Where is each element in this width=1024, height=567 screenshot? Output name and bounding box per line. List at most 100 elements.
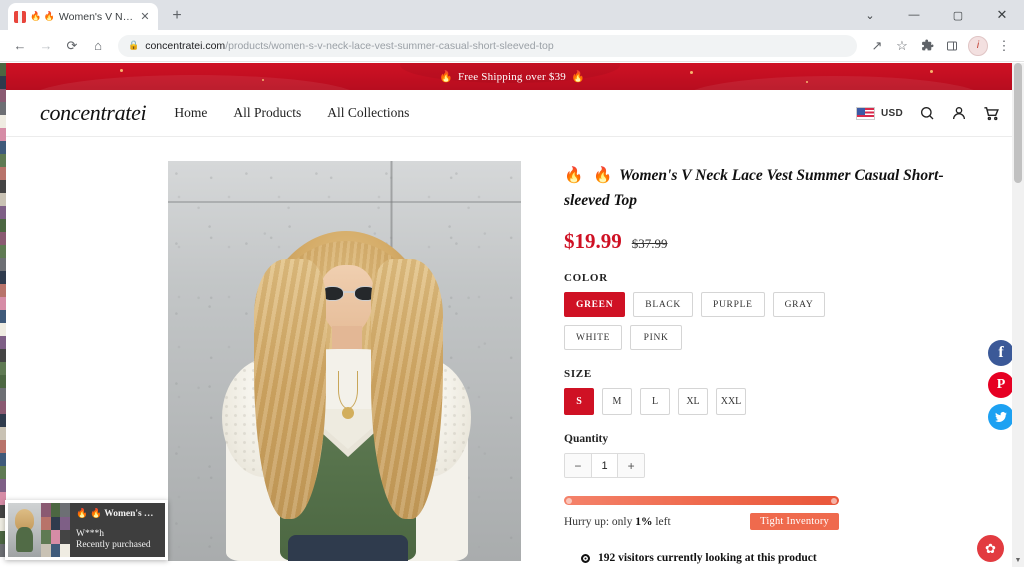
color-option-white[interactable]: WHITE bbox=[564, 325, 623, 351]
scrollbar-thumb[interactable] bbox=[1014, 63, 1022, 183]
price-block: $19.99 $37.99 bbox=[564, 229, 964, 254]
main-nav: Home All Products All Collections bbox=[174, 105, 409, 121]
browser-toolbar: ← → ⟳ ⌂ 🔒 concentratei.com/products/wome… bbox=[0, 30, 1024, 62]
popup-thumbnail bbox=[8, 503, 70, 557]
search-icon[interactable] bbox=[919, 105, 935, 121]
color-option-pink[interactable]: PINK bbox=[630, 325, 683, 351]
extensions-puzzle-icon[interactable] bbox=[915, 34, 939, 58]
popup-main-photo bbox=[8, 503, 41, 557]
menu-icon[interactable]: ⋮ bbox=[992, 34, 1016, 58]
size-label: SIZE bbox=[564, 368, 592, 381]
size-option-s[interactable]: S bbox=[564, 388, 594, 416]
size-option-m[interactable]: M bbox=[602, 388, 632, 416]
profile-avatar[interactable]: i bbox=[968, 35, 988, 56]
window-close-icon[interactable]: ✕ bbox=[980, 0, 1024, 30]
tab-fire-icon: 🔥 🔥 bbox=[30, 11, 55, 21]
new-tab-button[interactable]: + bbox=[164, 3, 190, 29]
quantity-value[interactable]: 1 bbox=[590, 454, 619, 478]
color-label: COLOR bbox=[564, 272, 608, 285]
left-thumbnail-strip[interactable] bbox=[0, 63, 6, 567]
maximize-icon[interactable]: ▢ bbox=[936, 0, 980, 30]
price-current: $19.99 bbox=[564, 229, 622, 254]
back-icon[interactable]: ← bbox=[8, 34, 32, 58]
model-figure bbox=[168, 231, 521, 561]
sunglasses-icon bbox=[320, 286, 377, 301]
color-options: GREEN BLACK PURPLE GRAY WHITE PINK bbox=[564, 292, 854, 351]
site-logo[interactable]: concentratei bbox=[40, 100, 147, 126]
pinterest-share-icon[interactable]: P bbox=[988, 372, 1014, 398]
sparkle-decoration bbox=[930, 70, 933, 73]
close-icon[interactable]: ✕ bbox=[138, 10, 152, 24]
share-icon[interactable]: ↗ bbox=[865, 34, 889, 58]
side-panel-icon[interactable] bbox=[940, 34, 964, 58]
promo-gift-icon[interactable]: ✿ bbox=[977, 535, 1004, 562]
sparkle-decoration bbox=[690, 71, 693, 74]
fire-icon-left: 🔥 bbox=[439, 71, 453, 83]
status-badge: Tight Inventory bbox=[750, 513, 839, 531]
collapse-icon[interactable]: ⌄ bbox=[848, 0, 892, 30]
size-options: S M L XL XXL bbox=[564, 388, 964, 416]
forward-icon[interactable]: → bbox=[34, 34, 58, 58]
inventory-block: Hurry up: only 1% left Tight Inventory bbox=[564, 496, 839, 531]
quantity-stepper[interactable]: − 1 + bbox=[564, 453, 645, 479]
currency-selector[interactable]: USD bbox=[855, 106, 903, 120]
announcement-text: 🔥 Free Shipping over $39 🔥 bbox=[439, 70, 585, 84]
wave-decoration bbox=[30, 75, 360, 90]
browser-tab[interactable]: 🔥 🔥 Women's V Neck Lace Ve: ✕ bbox=[8, 3, 158, 30]
sparkle-decoration bbox=[806, 81, 808, 83]
nav-item-all-collections[interactable]: All Collections bbox=[327, 105, 409, 121]
home-icon[interactable]: ⌂ bbox=[86, 34, 110, 58]
size-option-xxl[interactable]: XXL bbox=[716, 388, 746, 416]
twitter-share-icon[interactable] bbox=[988, 404, 1014, 430]
recent-purchase-popup[interactable]: 🔥 🔥 Women's V … W***h Recently purchased bbox=[5, 500, 168, 560]
model-necklace bbox=[337, 371, 358, 409]
facebook-share-icon[interactable]: f bbox=[988, 340, 1014, 366]
color-option-green[interactable]: GREEN bbox=[564, 292, 626, 318]
inventory-progress-bar bbox=[564, 496, 839, 506]
quantity-decrease-button[interactable]: − bbox=[565, 454, 591, 478]
page-scrollbar[interactable]: ▲ ▼ bbox=[1012, 63, 1024, 567]
model-hair-left bbox=[253, 259, 326, 519]
product-main-image[interactable] bbox=[167, 161, 521, 561]
scroll-down-icon[interactable]: ▼ bbox=[1012, 554, 1024, 567]
window-controls: ⌄ — ▢ ✕ bbox=[848, 0, 1024, 30]
model-pendant bbox=[341, 407, 354, 419]
product-title: 🔥 🔥 Women's V Neck Lace Vest Summer Casu… bbox=[564, 163, 964, 213]
bookmark-star-icon[interactable]: ☆ bbox=[890, 34, 914, 58]
price-original: $37.99 bbox=[631, 236, 668, 252]
social-share-rail: f P bbox=[988, 340, 1014, 430]
inventory-status-row: Hurry up: only 1% left Tight Inventory bbox=[564, 513, 839, 531]
url-domain: concentratei.com bbox=[145, 39, 226, 52]
url-path: /products/women-s-v-neck-lace-vest-summe… bbox=[225, 39, 554, 52]
nav-item-home[interactable]: Home bbox=[174, 105, 207, 121]
quantity-label: Quantity bbox=[564, 433, 609, 446]
reload-icon[interactable]: ⟳ bbox=[60, 34, 84, 58]
account-icon[interactable] bbox=[951, 105, 967, 121]
inventory-text-before: Hurry up: only bbox=[564, 515, 633, 528]
header-actions: USD bbox=[855, 105, 1000, 122]
product-details: 🔥 🔥 Women's V Neck Lace Vest Summer Casu… bbox=[544, 161, 964, 567]
nav-item-all-products[interactable]: All Products bbox=[233, 105, 301, 121]
minimize-icon[interactable]: — bbox=[892, 0, 936, 30]
size-option-l[interactable]: L bbox=[640, 388, 670, 416]
quantity-increase-button[interactable]: + bbox=[618, 454, 644, 478]
site-header: concentratei Home All Products All Colle… bbox=[0, 90, 1024, 137]
color-option-purple[interactable]: PURPLE bbox=[701, 292, 765, 318]
page-viewport: 🔥 Free Shipping over $39 🔥 concentratei … bbox=[0, 63, 1024, 567]
lock-icon: 🔒 bbox=[128, 40, 140, 50]
inventory-percent: 1% bbox=[635, 515, 653, 528]
cart-icon[interactable] bbox=[983, 105, 1000, 122]
popup-username: W***h bbox=[76, 529, 104, 539]
size-option-xl[interactable]: XL bbox=[678, 388, 708, 416]
color-option-gray[interactable]: GRAY bbox=[772, 292, 826, 318]
tab-title: Women's V Neck Lace Ve: bbox=[58, 10, 134, 23]
announcement-bar: 🔥 Free Shipping over $39 🔥 bbox=[0, 63, 1024, 90]
popup-status: Recently purchased bbox=[76, 540, 151, 550]
proof-visitors-text: 192 visitors currently looking at this p… bbox=[598, 552, 817, 565]
currency-label: USD bbox=[880, 107, 903, 119]
popup-body: 🔥 🔥 Women's V … W***h Recently purchased bbox=[70, 503, 165, 557]
product-title-text: Women's V Neck Lace Vest Summer Casual S… bbox=[564, 167, 944, 210]
color-option-black[interactable]: BLACK bbox=[633, 292, 693, 318]
address-bar[interactable]: 🔒 concentratei.com/products/women-s-v-ne… bbox=[118, 34, 857, 57]
site-favicon-icon bbox=[14, 10, 26, 23]
